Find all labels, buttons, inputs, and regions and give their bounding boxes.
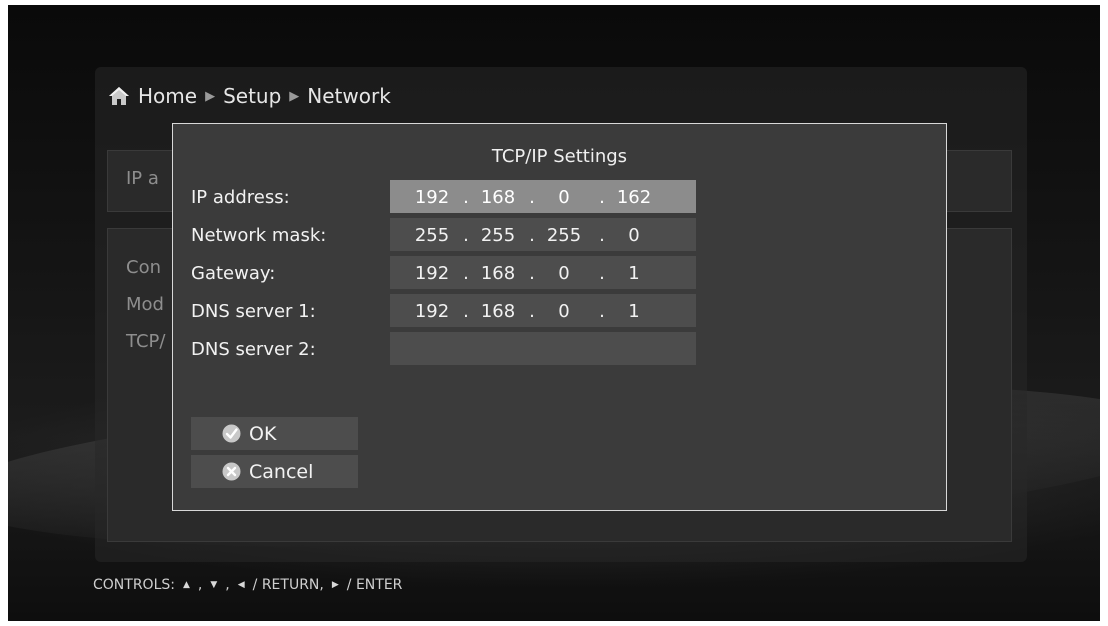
breadcrumb: Home ▶ Setup ▶ Network bbox=[108, 83, 391, 109]
gateway-label: Gateway: bbox=[191, 263, 276, 284]
gateway-octet: 192 bbox=[414, 263, 450, 284]
background-list-item: Con bbox=[126, 257, 161, 278]
mask-octet: 0 bbox=[628, 225, 640, 246]
octet-dot: . bbox=[529, 225, 535, 246]
ok-button[interactable]: OK bbox=[191, 417, 358, 450]
ip-octet: 192 bbox=[414, 187, 450, 208]
dns-server-1-label: DNS server 1: bbox=[191, 301, 316, 322]
cancel-button[interactable]: Cancel bbox=[191, 455, 358, 488]
ip-address-field[interactable]: 192 . 168 . 0 . 162 bbox=[390, 180, 696, 213]
controls-enter-text: / ENTER bbox=[346, 577, 403, 593]
breadcrumb-separator-icon: ▶ bbox=[205, 88, 216, 104]
octet-dot: . bbox=[599, 187, 605, 208]
mask-octet: 255 bbox=[546, 225, 582, 246]
octet-dot: . bbox=[529, 187, 535, 208]
octet-dot: . bbox=[463, 301, 469, 322]
arrow-left-icon: ◀ bbox=[237, 580, 245, 590]
controls-separator: , bbox=[197, 577, 203, 593]
octet-dot: . bbox=[463, 187, 469, 208]
mask-octet: 255 bbox=[480, 225, 516, 246]
dns-server-1-field[interactable]: 192 . 168 . 0 . 1 bbox=[390, 294, 696, 327]
controls-label: CONTROLS: bbox=[93, 577, 175, 593]
tv-screen: Home ▶ Setup ▶ Network IP a Con Mod TCP/… bbox=[8, 5, 1100, 621]
arrow-down-icon: ▼ bbox=[210, 580, 218, 590]
gateway-field[interactable]: 192 . 168 . 0 . 1 bbox=[390, 256, 696, 289]
background-list-item: Mod bbox=[126, 294, 164, 315]
arrow-up-icon: ▲ bbox=[182, 580, 190, 590]
mask-octet: 255 bbox=[414, 225, 450, 246]
dns-server-2-field[interactable] bbox=[390, 332, 696, 365]
octet-dot: . bbox=[599, 263, 605, 284]
dns1-octet: 192 bbox=[414, 301, 450, 322]
controls-return-text: / RETURN, bbox=[252, 577, 324, 593]
checkmark-icon bbox=[222, 424, 241, 443]
octet-dot: . bbox=[529, 263, 535, 284]
home-icon bbox=[108, 85, 130, 107]
octet-dot: . bbox=[599, 301, 605, 322]
dialog-title: TCP/IP Settings bbox=[491, 146, 628, 167]
gateway-octet: 1 bbox=[628, 263, 640, 284]
breadcrumb-network: Network bbox=[307, 84, 391, 108]
network-mask-label: Network mask: bbox=[191, 225, 327, 246]
gateway-octet: 0 bbox=[558, 263, 570, 284]
controls-hint: CONTROLS: ▲, ▼, ◀ / RETURN, ▶ / ENTER bbox=[93, 577, 402, 593]
background-ip-label: IP a bbox=[126, 168, 159, 189]
network-mask-field[interactable]: 255 . 255 . 255 . 0 bbox=[390, 218, 696, 251]
octet-dot: . bbox=[599, 225, 605, 246]
ip-address-label: IP address: bbox=[191, 187, 290, 208]
controls-separator: , bbox=[225, 577, 230, 593]
ok-label: OK bbox=[249, 422, 277, 445]
octet-dot: . bbox=[463, 263, 469, 284]
dns1-octet: 1 bbox=[628, 301, 640, 322]
breadcrumb-home[interactable]: Home bbox=[138, 84, 197, 108]
ip-octet: 168 bbox=[480, 187, 516, 208]
tcpip-settings-dialog: TCP/IP Settings IP address: 192 . 168 . … bbox=[172, 123, 947, 511]
gateway-octet: 168 bbox=[480, 263, 516, 284]
dns-server-2-label: DNS server 2: bbox=[191, 339, 316, 360]
dns1-octet: 0 bbox=[558, 301, 570, 322]
dns1-octet: 168 bbox=[480, 301, 516, 322]
arrow-right-icon: ▶ bbox=[331, 580, 339, 590]
octet-dot: . bbox=[529, 301, 535, 322]
cancel-label: Cancel bbox=[249, 460, 314, 483]
cancel-x-icon bbox=[222, 462, 241, 481]
ip-octet: 0 bbox=[558, 187, 570, 208]
background-list-item: TCP/ bbox=[126, 331, 166, 352]
breadcrumb-setup[interactable]: Setup bbox=[223, 84, 281, 108]
breadcrumb-separator-icon: ▶ bbox=[289, 88, 300, 104]
octet-dot: . bbox=[463, 225, 469, 246]
ip-octet: 162 bbox=[616, 187, 652, 208]
